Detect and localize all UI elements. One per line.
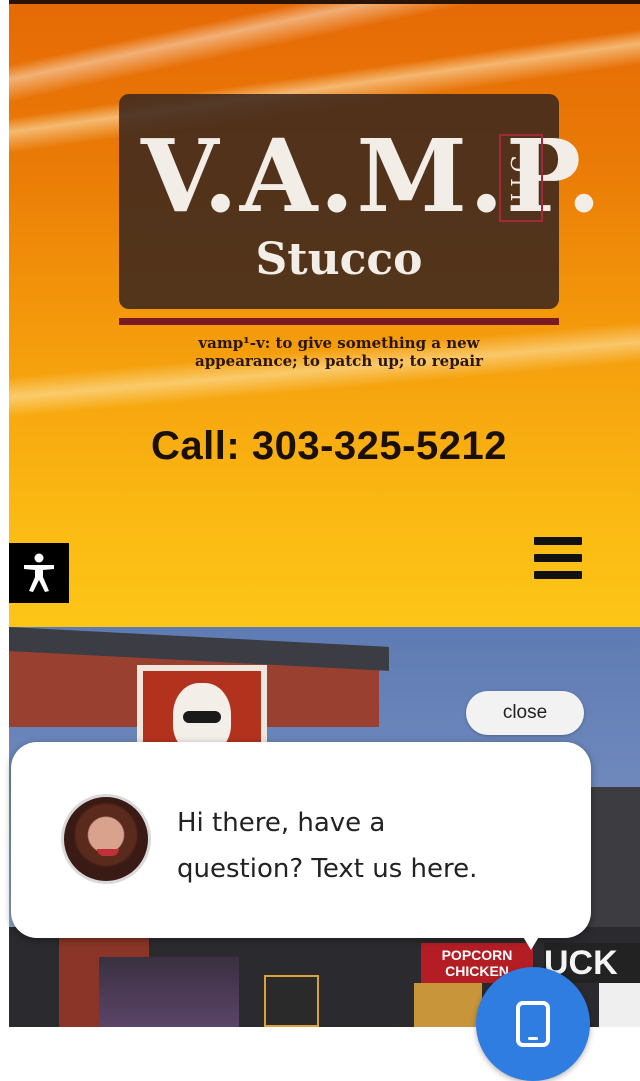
photo-window: [99, 957, 239, 1027]
header-hero: V.A.M.P. LLC Stucco vamp¹-v: to give som…: [9, 0, 640, 627]
photo-poster: [264, 975, 319, 1027]
tagline: vamp¹-v: to give something a new appeara…: [119, 334, 559, 370]
menu-bar: [534, 537, 582, 545]
photo-poster: [599, 983, 640, 1027]
menu-bar: [534, 571, 582, 579]
accessibility-button[interactable]: [9, 543, 69, 603]
text-us-button[interactable]: [476, 967, 590, 1081]
tagline-line-1: vamp¹-v: to give something a new: [198, 334, 480, 352]
chat-message-line-1: Hi there, have a: [177, 808, 386, 838]
chat-bubble-tail: [519, 930, 543, 950]
hamburger-menu-icon[interactable]: [534, 537, 582, 579]
agent-avatar: [61, 794, 151, 884]
chat-message: Hi there, have a question? Text us here.: [177, 800, 557, 892]
company-logo[interactable]: V.A.M.P. LLC Stucco: [119, 94, 601, 309]
accessibility-icon: [24, 553, 54, 592]
chat-prompt-bubble[interactable]: Hi there, have a question? Text us here.: [11, 742, 591, 938]
chat-message-line-2: question? Text us here.: [177, 854, 478, 884]
photo-poster: [414, 983, 482, 1027]
call-phone-link[interactable]: Call: 303-325-5212: [9, 424, 640, 469]
menu-bar: [534, 554, 582, 562]
logo-divider: [119, 318, 559, 325]
logo-stucco-text: Stucco: [255, 234, 423, 285]
logo-llc-badge: LLC: [499, 134, 543, 222]
tagline-line-2: appearance; to patch up; to repair: [194, 352, 484, 370]
chat-close-button[interactable]: close: [466, 691, 584, 735]
mobile-phone-icon: [516, 1001, 550, 1047]
